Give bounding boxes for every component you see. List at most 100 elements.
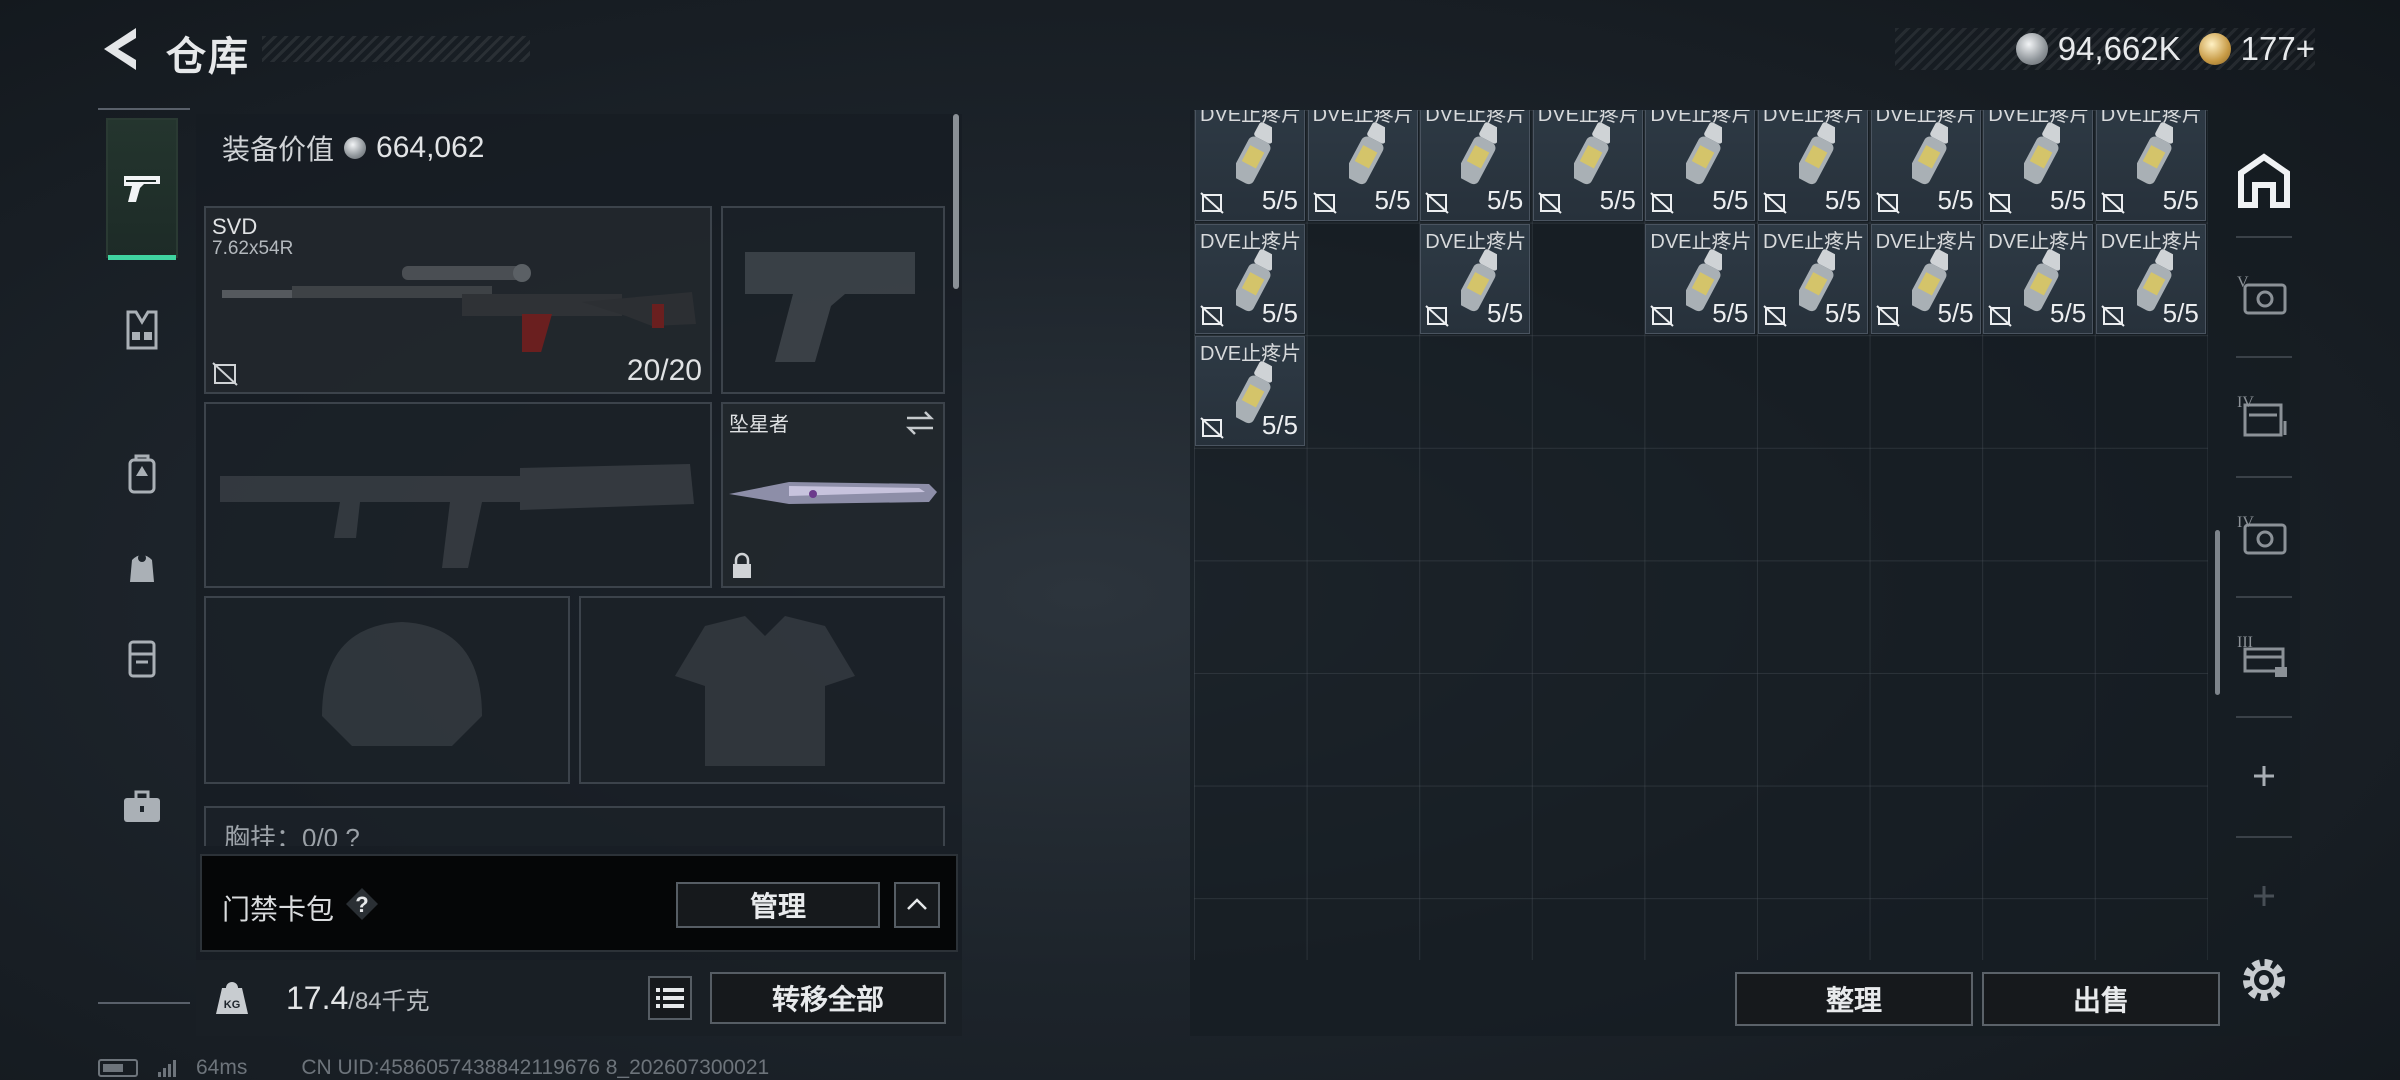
item-count: 5/5 — [1937, 185, 1974, 215]
melee-name: 坠星者 — [729, 414, 789, 436]
transfer-all-button[interactable]: 转移全部 — [710, 972, 946, 1024]
stash-tab-home[interactable] — [2226, 128, 2302, 232]
plus-icon — [2254, 766, 2274, 786]
equipment-scrollbar[interactable] — [953, 114, 959, 289]
uninsured-icon — [1763, 192, 1787, 214]
painkiller-icon — [2024, 122, 2061, 185]
melee-slot[interactable]: 坠星者 — [721, 402, 945, 588]
chest-rig-slot[interactable]: 胸挂：0/0 ? — [204, 806, 945, 846]
back-arrow-icon — [104, 28, 136, 70]
signal-icon — [158, 1059, 176, 1077]
sort-button[interactable]: 整理 — [1735, 972, 1973, 1026]
tab-divider — [2236, 596, 2292, 598]
tab-briefcase[interactable] — [106, 736, 178, 876]
collapse-button[interactable] — [894, 882, 940, 928]
item-count: 5/5 — [1261, 297, 1298, 328]
page-title: 仓库 — [166, 35, 250, 79]
storage-item[interactable]: DVE止疼片 5/5 — [1983, 110, 2094, 221]
storage-item[interactable]: DVE止疼片 5/5 — [1870, 223, 1981, 334]
stash-tab-tier-iv-a[interactable]: IV — [2226, 364, 2302, 468]
tab-armor[interactable] — [106, 260, 178, 400]
uninsured-icon — [1312, 192, 1337, 214]
storage-item[interactable]: DVE止疼片 5/5 — [1307, 110, 1418, 221]
storage-item[interactable]: DVE止疼片 5/5 — [2095, 110, 2206, 221]
category-tabs — [98, 108, 190, 1008]
tab-divider — [2236, 716, 2292, 718]
storage-item[interactable]: DVE止疼片 5/5 — [1758, 223, 1868, 334]
silver-currency[interactable]: 94,662K — [2015, 30, 2181, 68]
uninsured-icon — [2101, 192, 2125, 214]
uninsured-icon — [1650, 192, 1675, 214]
storage-grid[interactable]: DVE止疼片 5/5 DVE止疼片 5/5 DVE止疼片 5/5 DVE止疼片 5/5 DVE止… — [1194, 110, 2208, 960]
secondary-weapon-slot[interactable] — [204, 402, 712, 588]
weight-current: 17.4 — [286, 980, 349, 1016]
currency-bar: 94,662K 177+ — [1895, 28, 2315, 70]
storage-item[interactable]: DVE止疼片 5/5 — [1195, 110, 1305, 221]
battery-icon — [98, 1059, 138, 1077]
tier-v-case-icon: V — [2237, 274, 2287, 315]
swap-icon[interactable] — [905, 410, 935, 436]
primary-weapon-slot[interactable]: SVD 7.62x54R 20/20 — [204, 206, 712, 394]
tab-divider — [2236, 356, 2292, 358]
add-stash-button[interactable] — [2226, 724, 2302, 828]
chest-rig-label: 胸挂：0/0 ? — [224, 823, 360, 846]
storage-item[interactable]: DVE止疼片 5/5 — [2095, 223, 2206, 334]
item-count: 5/5 — [1712, 185, 1749, 215]
storage-item[interactable]: DVE止疼片 5/5 — [1983, 223, 2094, 334]
status-bar: 64ms CN UID:4586057438842119676 8_202607… — [98, 1056, 769, 1080]
equipment-value-label: 装备价值 — [222, 134, 335, 165]
back-button[interactable] — [96, 22, 144, 76]
stash-tab-tier-v[interactable]: V — [2226, 244, 2302, 348]
painkiller-icon — [1686, 122, 1723, 185]
gold-coin-icon — [2198, 33, 2231, 65]
storage-item[interactable]: DVE止疼片 5/5 — [1195, 336, 1305, 447]
gold-currency[interactable]: 177+ — [2198, 30, 2315, 68]
sell-button[interactable]: 出售 — [1982, 972, 2220, 1026]
storage-item[interactable]: DVE止疼片 5/5 — [1420, 110, 1531, 221]
settings-gear-icon[interactable] — [2236, 952, 2292, 1008]
backpack-icon — [128, 454, 156, 494]
storage-item[interactable]: DVE止疼片 5/5 — [1870, 110, 1981, 221]
item-count: 5/5 — [2050, 185, 2087, 215]
equipment-value: 装备价值 664,062 — [222, 128, 484, 168]
vest-icon — [126, 310, 158, 350]
storage-item[interactable]: DVE止疼片 5/5 — [1758, 110, 1868, 221]
help-glyph: ? — [355, 892, 368, 917]
painkiller-icon — [1461, 122, 1498, 185]
title-decoration — [262, 36, 530, 62]
rifle-placeholder-icon — [220, 464, 694, 568]
list-view-button[interactable] — [648, 976, 692, 1020]
item-count: 5/5 — [1824, 185, 1861, 215]
manage-button[interactable]: 管理 — [676, 882, 880, 928]
tab-weapons[interactable] — [106, 118, 178, 260]
storage-item[interactable]: DVE止疼片 5/5 — [1420, 223, 1531, 334]
stash-tab-tier-iv-b[interactable]: IV — [2226, 484, 2302, 588]
add-stash-button-disabled — [2226, 844, 2302, 948]
pistol-placeholder-icon — [745, 252, 915, 362]
stash-tab-tier-iii[interactable]: III — [2226, 604, 2302, 708]
storage-item[interactable]: DVE止疼片 5/5 — [1195, 223, 1305, 334]
storage-item[interactable]: DVE止疼片 5/5 — [1645, 110, 1756, 221]
painkiller-icon — [1348, 122, 1385, 185]
armor-slot[interactable] — [579, 596, 945, 784]
helmet-slot[interactable] — [204, 596, 570, 784]
pouch-icon — [130, 554, 154, 582]
case-icon — [128, 640, 156, 678]
silver-amount: 94,662K — [2057, 30, 2181, 67]
tab-divider — [2236, 476, 2292, 478]
uninsured-icon — [1875, 304, 1900, 327]
silver-coin-icon — [344, 137, 367, 159]
list-icon — [656, 988, 684, 1008]
painkiller-icon — [1799, 122, 1835, 185]
uninsured-icon — [1988, 304, 2012, 327]
storage-item[interactable]: DVE止疼片 5/5 — [1532, 110, 1643, 221]
uninsured-icon — [1425, 304, 1449, 327]
tab-container[interactable] — [106, 588, 178, 728]
plus-icon — [2254, 886, 2274, 906]
pistol-slot[interactable] — [721, 206, 945, 394]
storage-item[interactable]: DVE止疼片 5/5 — [1645, 223, 1756, 334]
help-icon[interactable]: ? — [344, 886, 380, 922]
ping-readout: 64ms — [196, 1056, 248, 1079]
storage-scrollbar[interactable] — [2215, 530, 2220, 695]
stash-home-icon — [2238, 153, 2290, 208]
